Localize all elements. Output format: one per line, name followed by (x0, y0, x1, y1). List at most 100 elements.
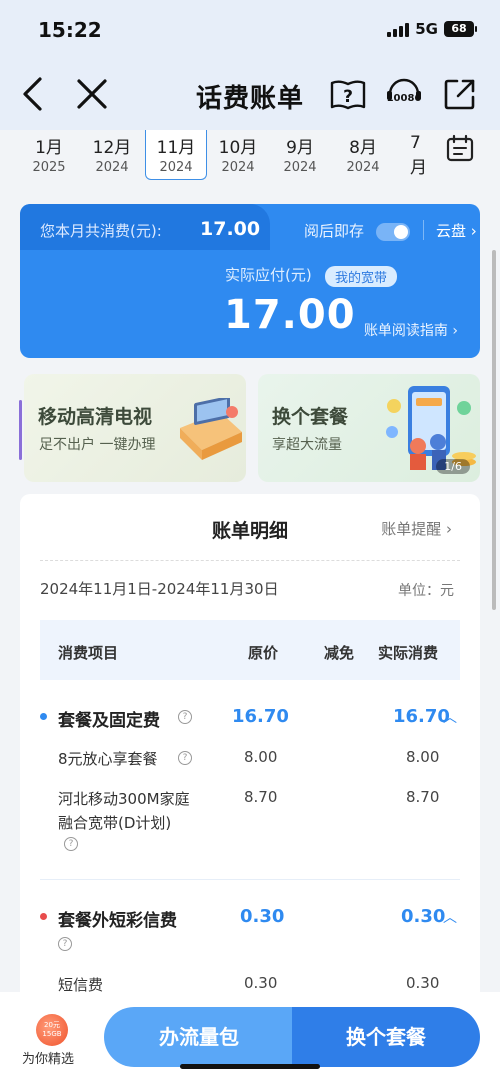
tab-month-label: 11月 (156, 138, 196, 158)
tab-month-label: 10月 (218, 138, 258, 158)
dashed-divider (40, 560, 460, 561)
home-indicator (180, 1064, 320, 1069)
share-button[interactable] (440, 74, 480, 114)
section-title: 套餐外短彩信费 (58, 911, 177, 931)
help-button[interactable]: ? (328, 74, 368, 114)
burn-after-reading-label: 阅后即存 (304, 222, 365, 240)
hotline-button[interactable]: 10086 (384, 74, 424, 114)
tab-month-label: 1月 (35, 138, 63, 158)
bill-reminder-label: 账单提醒 (381, 520, 442, 538)
tab-month-7[interactable]: 7月2024 (394, 130, 430, 180)
calendar-icon[interactable] (446, 134, 474, 162)
month-total-value: 17.00 (200, 218, 261, 240)
chevron-up-icon[interactable]: ︿ (443, 707, 457, 727)
tab-month-1[interactable]: 1月 2025 (18, 130, 80, 180)
bill-summary-card: 您本月共消费(元): 17.00 阅后即存 云盘 › 实际应付(元) 我的宽带 … (20, 204, 480, 358)
carousel-pager: 1/6 (436, 459, 470, 474)
cloud-drive-label: 云盘 (436, 222, 467, 240)
month-total-label: 您本月共消费(元): (40, 222, 162, 240)
info-icon[interactable]: ? (64, 837, 78, 851)
header-item: 消费项目 (58, 644, 119, 662)
burn-after-reading-toggle[interactable] (376, 223, 410, 241)
section-dot (40, 913, 47, 920)
battery-icon: 68 (444, 21, 477, 37)
item-name-line1: 河北移动300M家庭 (58, 790, 190, 808)
side-accent (19, 400, 22, 460)
item-name-line2: 融合宽带(D计划) (58, 814, 172, 832)
customer-service-icon: 10086 (387, 78, 422, 104)
section-original: 0.30 (240, 906, 285, 927)
header-actual: 实际消费 (378, 644, 439, 662)
due-label: 实际应付(元) (225, 266, 312, 284)
svg-text:?: ? (343, 87, 353, 107)
promo-hd-tv[interactable]: 移动高清电视 足不出户 一键办理 (24, 374, 246, 482)
divider (423, 220, 424, 240)
info-icon[interactable]: ? (58, 937, 72, 951)
due-value: 17.00 (224, 292, 356, 338)
section-dot (40, 713, 47, 720)
promo-change-plan[interactable]: 换个套餐 享超大流量 1/6 (258, 374, 480, 482)
promo-subtitle: 足不出户 一键办理 (39, 437, 156, 453)
picks-badge-line2: 15GB (42, 1030, 62, 1038)
header-original: 原价 (248, 644, 279, 662)
hotline-number: 10086 (387, 93, 422, 104)
scrollbar[interactable] (492, 250, 496, 610)
share-icon (444, 79, 475, 110)
cloud-drive-link[interactable]: 云盘 › (436, 220, 477, 241)
top-bar: 15:22 5G 68 话费账单 ? 10086 (0, 0, 500, 130)
bill-period: 2024年11月1日-2024年11月30日 (40, 580, 279, 598)
tab-year-label: 2024 (159, 160, 193, 175)
network-type: 5G (415, 20, 438, 38)
tab-month-label: 8月 (349, 138, 377, 158)
buy-data-pack-button[interactable]: 办流量包 (104, 1007, 294, 1067)
tab-month-5[interactable]: 9月 2024 (269, 130, 331, 180)
month-tabs: 1月 2025 12月 2024 11月 2024 10月 2024 9月 2024 8月… (0, 130, 500, 188)
item-original: 0.30 (244, 974, 278, 992)
tab-month-6[interactable]: 8月 2024 (332, 130, 394, 180)
tab-month-2[interactable]: 12月 2024 (81, 130, 143, 180)
chevron-right-icon: › (452, 323, 458, 339)
item-actual: 8.00 (406, 748, 440, 766)
tab-month-3-active[interactable]: 11月 2024 (145, 130, 207, 180)
header-discount: 减免 (324, 644, 355, 662)
tab-year-label: 2024 (346, 160, 380, 175)
section-actual: 0.30 (401, 906, 446, 927)
tab-year-label: 2025 (32, 160, 66, 175)
tab-month-label: 12月 (92, 138, 132, 158)
signal-icon (387, 21, 410, 37)
bill-detail-panel: 账单明细 账单提醒 › 2024年11月1日-2024年11月30日 单位：元 … (20, 494, 480, 1004)
item-name: 8元放心享套餐 (58, 750, 158, 768)
section-divider (40, 879, 460, 880)
chevron-up-icon[interactable]: ︿ (443, 907, 457, 927)
bill-guide-link[interactable]: 账单阅读指南 › (364, 320, 458, 340)
change-plan-button[interactable]: 换个套餐 (292, 1007, 480, 1067)
bottom-action-bar: 20元 15GB 为你精选 办流量包 换个套餐 (0, 992, 500, 1083)
picks-icon[interactable]: 20元 15GB (36, 1014, 68, 1046)
item-actual: 8.70 (406, 788, 440, 806)
unit-label: 单位：元 (398, 583, 454, 599)
status-indicators: 5G 68 (387, 20, 477, 38)
tv-illustration-icon (180, 398, 242, 460)
help-book-icon: ? (330, 80, 366, 110)
section-original: 16.70 (232, 706, 289, 727)
info-icon[interactable]: ? (178, 710, 192, 724)
my-broadband-badge[interactable]: 我的宽带 (325, 266, 398, 287)
tab-year-label: 2024 (283, 160, 317, 175)
tab-year-label: 2024 (95, 160, 129, 175)
tab-year-label: 2024 (221, 160, 255, 175)
section-title: 套餐及固定费 (58, 711, 160, 731)
bill-reminder-link[interactable]: 账单提醒 › (381, 518, 452, 539)
promo-title: 移动高清电视 (38, 406, 153, 428)
chevron-right-icon: › (446, 520, 452, 538)
section-actual: 16.70 (393, 706, 450, 727)
item-original: 8.00 (244, 748, 278, 766)
picks-badge-line1: 20元 (44, 1021, 60, 1029)
tab-month-label: 9月 (286, 138, 314, 158)
tab-month-4[interactable]: 10月 2024 (207, 130, 269, 180)
page-title: 话费账单 (195, 84, 304, 114)
chevron-right-icon: › (470, 222, 477, 240)
picks-label[interactable]: 为你精选 (22, 1048, 74, 1067)
promo-title: 换个套餐 (272, 406, 349, 428)
info-icon[interactable]: ? (178, 751, 192, 765)
status-time: 15:22 (38, 18, 102, 42)
